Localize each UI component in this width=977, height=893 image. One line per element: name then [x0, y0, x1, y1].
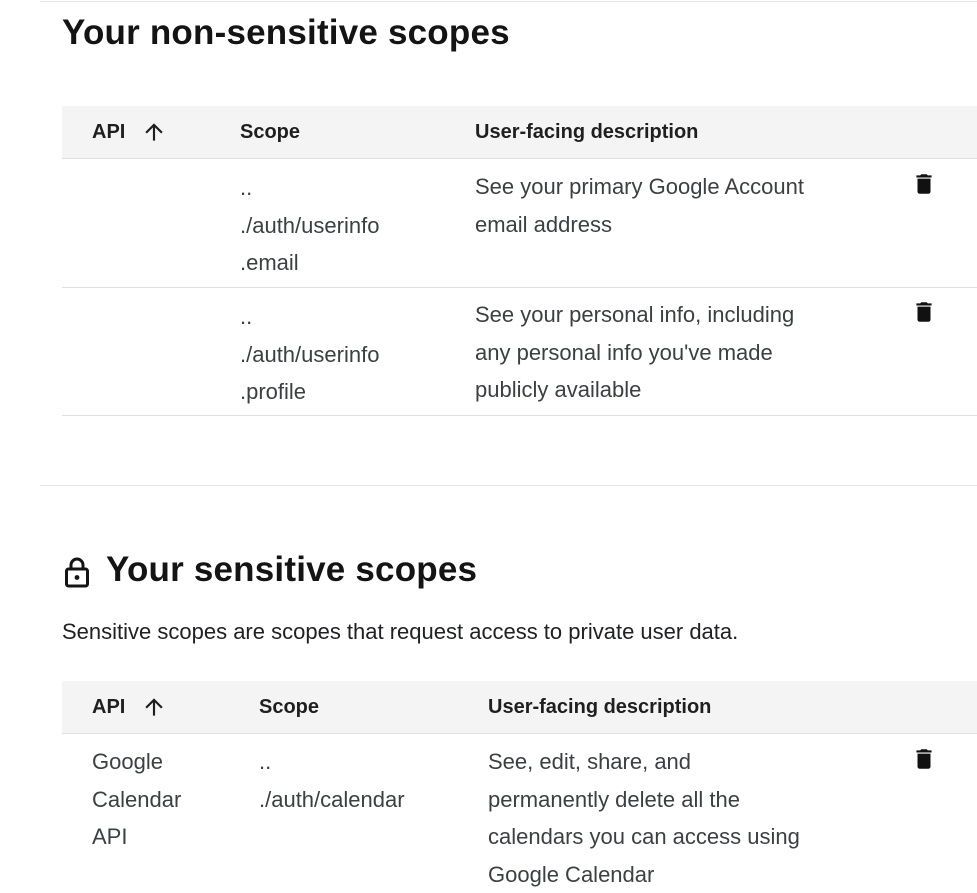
- description-cell: See your primary Google Account email ad…: [475, 168, 804, 243]
- description-line: Google Calendar: [488, 861, 655, 887]
- oauth-scopes-page: Your non-sensitive scopes API Scope User…: [0, 0, 977, 893]
- api-line: API: [92, 824, 128, 849]
- delete-scope-button[interactable]: [910, 299, 938, 329]
- api-header-label: API: [92, 695, 126, 718]
- section-divider: [40, 485, 977, 486]
- lock-icon: [62, 554, 92, 590]
- trash-icon: [911, 745, 937, 778]
- api-column-header[interactable]: API: [92, 681, 167, 733]
- scope-line: ..: [240, 304, 253, 329]
- description-line: See your primary Google Account: [475, 174, 804, 199]
- api-column-header[interactable]: API: [92, 106, 167, 158]
- scope-column-header: Scope: [259, 695, 320, 718]
- scope-cell: .. ./auth/userinfo .email: [240, 169, 379, 282]
- api-header-label: API: [92, 120, 126, 143]
- scope-line: .email: [240, 250, 299, 275]
- api-line: Google: [92, 749, 163, 774]
- description-cell: See your personal info, including any pe…: [475, 296, 794, 409]
- scope-line: .profile: [240, 379, 307, 404]
- description-column-header: User-facing description: [488, 695, 712, 718]
- description-column-header: User-facing description: [475, 120, 699, 143]
- table-header: API Scope User-facing description: [62, 681, 977, 734]
- description-line: See, edit, share, and: [488, 749, 692, 774]
- scope-line: ..: [240, 175, 253, 200]
- table-header: API Scope User-facing description: [62, 106, 977, 159]
- scope-line: ./auth/userinfo: [240, 341, 380, 367]
- trash-icon: [911, 170, 937, 203]
- description-cell: See, edit, share, and permanently delete…: [488, 743, 800, 893]
- top-divider: [40, 1, 977, 2]
- delete-scope-button[interactable]: [910, 746, 938, 776]
- table-row: Google Calendar API .. ./auth/calendar S…: [62, 734, 977, 893]
- arrow-upward-icon[interactable]: [141, 119, 167, 145]
- sensitive-scopes-description: Sensitive scopes are scopes that request…: [62, 619, 739, 644]
- description-line: calendars you can access using: [488, 824, 800, 849]
- arrow-upward-icon[interactable]: [141, 694, 167, 720]
- api-line: Calendar: [92, 786, 182, 812]
- scope-cell: .. ./auth/userinfo .profile: [240, 298, 379, 411]
- non-sensitive-scopes-table: API Scope User-facing description .. ./a…: [62, 106, 977, 416]
- non-sensitive-scopes-title: Your non-sensitive scopes: [62, 13, 510, 52]
- description-line: permanently delete all the: [488, 786, 740, 812]
- description-line: email address: [475, 211, 612, 237]
- table-row: .. ./auth/userinfo .profile See your per…: [62, 288, 977, 416]
- sensitive-scopes-title: Your sensitive scopes: [62, 550, 477, 590]
- sensitive-scopes-table: API Scope User-facing description Google…: [62, 681, 977, 893]
- trash-icon: [911, 298, 937, 331]
- delete-scope-button[interactable]: [910, 171, 938, 201]
- table-row: .. ./auth/userinfo .email See your prima…: [62, 159, 977, 288]
- scope-column-header: Scope: [240, 120, 301, 143]
- scope-line: ./auth/calendar: [259, 786, 405, 812]
- scope-line: ./auth/userinfo: [240, 212, 380, 238]
- description-line: See your personal info, including: [475, 302, 795, 327]
- description-line: any personal info you've made: [475, 339, 773, 365]
- scope-line: ..: [259, 749, 272, 774]
- scope-cell: .. ./auth/calendar: [259, 743, 405, 818]
- api-cell: Google Calendar API: [92, 743, 181, 856]
- description-line: publicly available: [475, 377, 642, 402]
- sensitive-scopes-title-text: Your sensitive scopes: [106, 550, 478, 589]
